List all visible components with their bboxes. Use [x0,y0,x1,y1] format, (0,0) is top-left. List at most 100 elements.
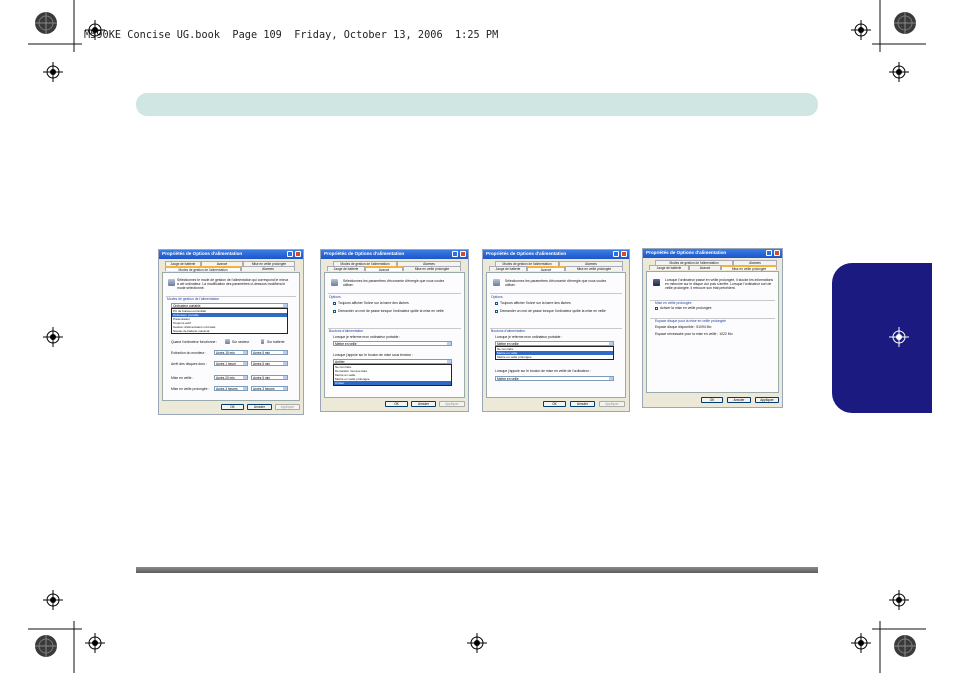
ok-button[interactable]: OK [221,404,244,410]
list-item[interactable]: Mettre en veille prolongée [496,355,613,359]
chevron-down-icon [609,377,613,380]
registration-target-right-middle [889,327,909,347]
list-item[interactable]: Arrêter [334,381,451,385]
power-options-dialog-advanced-power-button: Propriétés de Options d'alimentation Mod… [320,249,469,412]
power-scheme-list[interactable]: PC de bureau ou familial Ordinateur port… [171,308,288,334]
disks-off-ac-select[interactable]: Après 1 heure [214,361,248,366]
color-wheel-bottom-right [894,635,916,657]
power-button-list[interactable]: Ne rien faire Demander moi que faire Met… [333,364,452,386]
show-icon-checkbox[interactable] [495,302,498,305]
group-label-power-buttons: Boutons d'alimentation [329,329,364,333]
tab-battery-gauge[interactable]: Jauge de batterie [327,266,365,271]
monitor-off-battery-select[interactable]: Après 5 min [251,350,288,355]
registration-target-right-upper [889,62,909,82]
apply-button[interactable]: Appliquer [439,401,465,407]
show-icon-label: Toujours afficher l'icône sur la barre d… [500,301,571,305]
close-button[interactable] [774,250,780,256]
color-wheel-top-left [35,12,57,34]
apply-button[interactable]: Appliquer [275,404,300,410]
tab-hibernate[interactable]: Mise en veille prolongée [403,266,461,271]
tab-panel: Sélectionnez les paramètres d'économie d… [486,272,626,398]
group-label-power-schemes: Modes de gestion de l'alimentation [167,297,220,301]
help-button[interactable] [766,250,772,256]
ok-button[interactable]: OK [385,401,408,407]
apply-button[interactable]: Appliquer [599,401,625,407]
chevron-down-icon [609,342,613,345]
tab-advanced[interactable]: Avancé [527,266,565,272]
close-button[interactable] [621,251,627,257]
chevron-down-icon [447,360,451,363]
help-button[interactable] [287,251,293,257]
column-battery: Sur batterie [267,340,285,344]
group-label-options: Options [491,295,503,299]
password-checkbox[interactable]: ✓ [495,310,499,314]
apply-button[interactable]: Appliquer [755,397,779,403]
list-item[interactable]: Niveau de batterie maximal [172,329,287,333]
sleep-button-select[interactable]: Mettre en veille [495,376,614,381]
close-button[interactable] [460,251,466,257]
password-checkbox[interactable]: ✓ [333,310,337,314]
registration-target-bottom-left [85,633,105,653]
standby-ac-select[interactable]: Après 20 min [214,375,248,380]
power-scheme-icon [168,279,175,286]
tab-panel: Sélectionnez les paramètres d'économie d… [324,272,465,398]
hibernate-icon [653,279,660,286]
chevron-down-icon [447,342,451,345]
ok-button[interactable]: OK [701,397,723,403]
power-icon [331,279,338,286]
lid-close-list[interactable]: Ne rien faire Mettre en veille Mettre en… [495,346,614,360]
tab-alarms[interactable]: Alarmes [241,266,295,271]
help-button[interactable] [452,251,458,257]
cancel-button[interactable]: Annuler [411,401,436,407]
registration-target-left-middle [43,327,63,347]
tab-panel: Lorsque l'ordinateur passe en veille pro… [646,271,779,393]
power-button-label: Lorsque j'appuie sur le bouton de mise s… [333,353,414,357]
standby-battery-select[interactable]: Après 5 min [251,375,288,380]
column-ac: Sur secteur [232,340,250,344]
registration-target-left-upper [43,62,63,82]
tab-hibernate[interactable]: Mise en veille prolongée [721,265,777,271]
dialog-title-bar: Propriétés de Options d'alimentation [643,249,782,258]
row-label: Arrêt des disques durs : [171,362,207,366]
close-button[interactable] [295,251,301,257]
registration-target-bottom-center [467,633,487,653]
tab-power-schemes[interactable]: Modes de gestion de l'alimentation [165,266,241,272]
description-text: Sélectionnez les paramètres d'économie d… [505,279,607,287]
lid-close-select[interactable]: Mettre en veille [333,341,452,346]
hibernate-ac-select[interactable]: Après 3 heures [214,386,248,391]
color-wheel-bottom-left [35,635,57,657]
cancel-button[interactable]: Annuler [727,397,751,403]
dialog-title: Propriétés de Options d'alimentation [324,251,405,256]
show-icon-label: Toujours afficher l'icône sur la barre d… [338,301,409,305]
group-label-hibernate: Mise en veille prolongée [655,301,692,305]
password-label: Demander un mot de passe lorsque l'ordin… [500,309,606,313]
ok-button[interactable]: OK [543,401,566,407]
tab-advanced[interactable]: Avancé [689,265,721,270]
enable-hibernate-checkbox[interactable]: ✓ [655,307,659,311]
dialog-title-bar: Propriétés de Options d'alimentation [321,250,468,259]
monitor-off-ac-select[interactable]: Après 15 min [214,350,248,355]
tab-battery-gauge[interactable]: Jauge de batterie [649,265,689,270]
group-label-power-buttons: Boutons d'alimentation [491,329,526,333]
power-options-dialog-hibernate: Propriétés de Options d'alimentation Mod… [642,248,783,408]
hibernate-battery-select[interactable]: Après 3 heures [251,386,288,391]
crop-marks [28,0,926,673]
registration-target-left-lower [43,590,63,610]
cancel-button[interactable]: Annuler [247,404,272,410]
sleep-button-label: Lorsque j'appuie sur le bouton de mise e… [495,369,591,373]
enable-hibernate-label: Activer la mise en veille prolongée [660,306,712,310]
cancel-button[interactable]: Annuler [570,401,595,407]
show-icon-checkbox[interactable] [333,302,336,305]
tab-advanced[interactable]: Avancé [365,266,403,272]
tab-hibernate[interactable]: Mise en veille prolongée [565,266,623,271]
row-label: Mise en veille prolongée : [171,387,210,391]
description-text: Sélectionnez les paramètres d'économie d… [343,279,445,287]
registration-target-top-right [851,20,871,40]
disks-off-battery-select[interactable]: Après 5 min [251,361,288,366]
password-label: Demander un mot de passe lorsque l'ordin… [338,309,444,313]
color-wheel-top-right [894,12,916,34]
help-button[interactable] [613,251,619,257]
dialog-title: Propriétés de Options d'alimentation [486,251,567,256]
tab-battery-gauge[interactable]: Jauge de batterie [489,266,527,271]
row-label: Mise en veille : [171,376,194,380]
